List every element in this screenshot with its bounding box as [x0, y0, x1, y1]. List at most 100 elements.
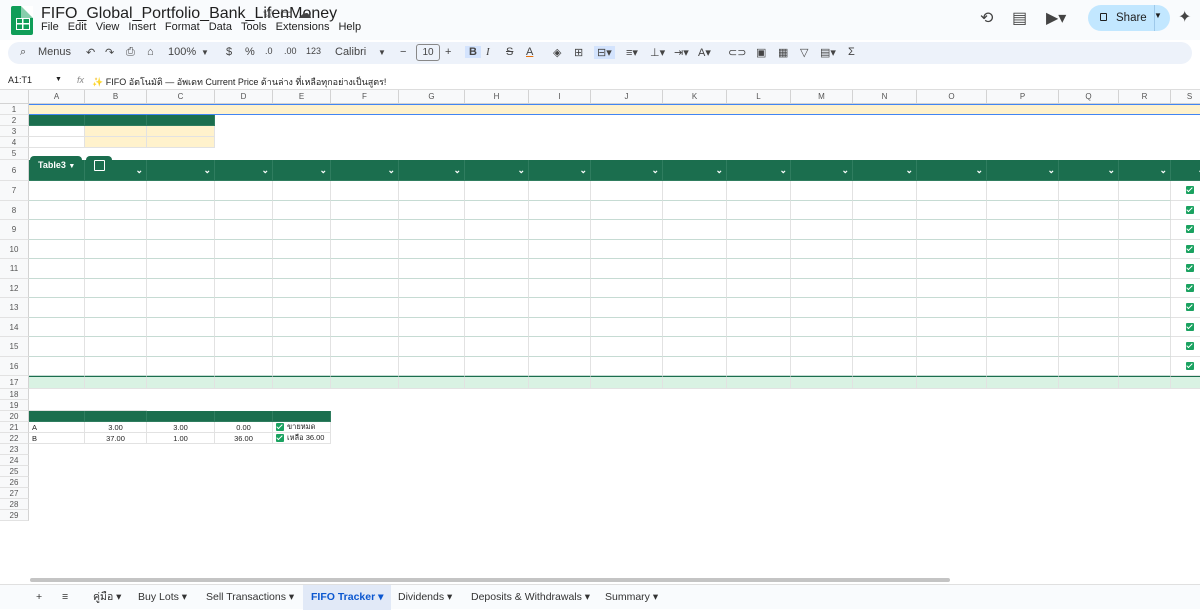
fifo-cell[interactable] [663, 259, 727, 279]
fifo-cell[interactable] [399, 181, 465, 201]
validation-cell[interactable]: ขายหมด [273, 422, 331, 433]
fifo-cell[interactable] [791, 317, 853, 337]
total-qty-remain[interactable] [591, 376, 663, 389]
table-options-icon[interactable] [86, 156, 112, 174]
fifo-cell[interactable] [147, 200, 215, 220]
chevron-down-icon[interactable]: ▼ [55, 76, 62, 83]
fifo-cell[interactable] [663, 200, 727, 220]
menus-search[interactable]: Menus [38, 46, 71, 58]
fifo-cell[interactable] [917, 181, 987, 201]
formula-input[interactable]: ✨ FIFO อัตโนมัติ — อัพเดท Current Price … [92, 75, 386, 89]
fifo-header-sym-sold[interactable]: ⌄ [465, 160, 529, 181]
fifo-cell[interactable] [663, 317, 727, 337]
fifo-cell[interactable] [273, 259, 331, 279]
validation-cell[interactable]: เหลือ 36.00 [273, 433, 331, 444]
fifo-cell[interactable] [29, 239, 85, 259]
fifo-cell[interactable] [853, 278, 917, 298]
fifo-cell[interactable] [917, 220, 987, 240]
fifo-cell[interactable] [1059, 200, 1119, 220]
fifo-cell[interactable] [29, 259, 85, 279]
validation-header-cell[interactable] [85, 411, 147, 422]
total-cell[interactable] [331, 376, 399, 389]
fifo-cell[interactable] [29, 181, 85, 201]
sheet-tab-4[interactable]: Dividends ▾ [390, 585, 460, 610]
chevron-down-icon[interactable]: ▼ [378, 48, 386, 57]
fifo-cell[interactable] [917, 259, 987, 279]
add-sheet-icon[interactable]: + [28, 585, 50, 610]
column-header-f[interactable]: F [331, 90, 399, 104]
fifo-cell[interactable] [591, 181, 663, 201]
column-header-c[interactable]: C [147, 90, 215, 104]
fifo-cell[interactable] [591, 298, 663, 318]
column-header-o[interactable]: O [917, 90, 987, 104]
insert-comment-icon[interactable]: ▣ [756, 46, 766, 59]
fifo-cell[interactable] [791, 181, 853, 201]
column-header-d[interactable]: D [215, 90, 273, 104]
row-header[interactable]: 21 [0, 422, 29, 433]
strikethrough-button[interactable]: S [506, 46, 513, 58]
fifo-cell[interactable] [1119, 337, 1171, 357]
share-dropdown-icon[interactable]: ▼ [1154, 11, 1162, 20]
undo-icon[interactable]: ↶ [86, 46, 95, 59]
menu-item-edit[interactable]: Edit [68, 21, 87, 33]
fifo-cell[interactable] [727, 298, 791, 318]
fifo-cell[interactable] [331, 278, 399, 298]
column-filter-icon[interactable]: ⌄ [517, 165, 525, 176]
number-format-button[interactable]: 123 [306, 46, 321, 56]
fifo-cell[interactable] [529, 220, 591, 240]
fifo-cell[interactable] [331, 356, 399, 376]
fifo-cell[interactable] [85, 337, 147, 357]
column-header-s[interactable]: S [1171, 90, 1200, 104]
fifo-cell[interactable] [987, 200, 1059, 220]
fifo-cell[interactable] [987, 278, 1059, 298]
fifo-cell[interactable] [591, 239, 663, 259]
currency-button[interactable]: $ [226, 46, 232, 58]
fifo-cell[interactable] [465, 298, 529, 318]
price-cell[interactable] [85, 126, 147, 137]
functions-icon[interactable]: Σ [848, 46, 855, 58]
row-header[interactable]: 22 [0, 433, 29, 444]
check-cell[interactable] [1171, 356, 1200, 376]
fifo-cell[interactable] [1059, 239, 1119, 259]
fifo-cell[interactable] [29, 200, 85, 220]
fifo-cell[interactable] [273, 200, 331, 220]
fifo-cell[interactable] [399, 259, 465, 279]
fifo-header-cost-unit[interactable]: ⌄ [273, 160, 331, 181]
menu-item-data[interactable]: Data [209, 21, 232, 33]
name-box[interactable]: A1:T1 [8, 75, 32, 85]
price-header-cell[interactable] [85, 115, 147, 126]
fifo-cell[interactable] [273, 181, 331, 201]
filter-icon[interactable]: ▽ [800, 46, 808, 59]
fifo-header-qty-remain[interactable]: ⌄ [591, 160, 663, 181]
check-cell[interactable] [1171, 220, 1200, 240]
fifo-cell[interactable] [331, 298, 399, 318]
fifo-header-accum-thru[interactable]: ⌄ [399, 160, 465, 181]
fifo-cell[interactable] [215, 259, 273, 279]
fifo-cell[interactable] [1119, 239, 1171, 259]
fifo-cell[interactable] [529, 317, 591, 337]
fifo-cell[interactable] [85, 239, 147, 259]
fifo-cell[interactable] [215, 317, 273, 337]
fifo-cell[interactable] [853, 317, 917, 337]
fifo-cell[interactable] [987, 181, 1059, 201]
minus-icon[interactable]: − [400, 46, 406, 58]
fifo-cell[interactable] [85, 181, 147, 201]
total-label[interactable] [147, 376, 215, 389]
fifo-cell[interactable] [987, 259, 1059, 279]
fifo-header-accum-before[interactable]: ⌄ [331, 160, 399, 181]
fifo-cell[interactable] [331, 317, 399, 337]
row-header[interactable]: 16 [0, 356, 29, 376]
valign-icon[interactable]: ⊥▾ [650, 46, 665, 59]
fifo-cell[interactable] [987, 220, 1059, 240]
fifo-cell[interactable] [727, 278, 791, 298]
total-cell[interactable] [853, 376, 917, 389]
fifo-cell[interactable] [663, 278, 727, 298]
fifo-cell[interactable] [1059, 259, 1119, 279]
fifo-cell[interactable] [399, 298, 465, 318]
fifo-cell[interactable] [465, 356, 529, 376]
price-header-cell[interactable] [29, 115, 85, 126]
total-cell[interactable] [1171, 376, 1200, 389]
sheet-tab-0[interactable]: คู่มือ ▾ [85, 585, 129, 610]
fifo-cell[interactable] [215, 181, 273, 201]
fifo-cell[interactable] [399, 200, 465, 220]
